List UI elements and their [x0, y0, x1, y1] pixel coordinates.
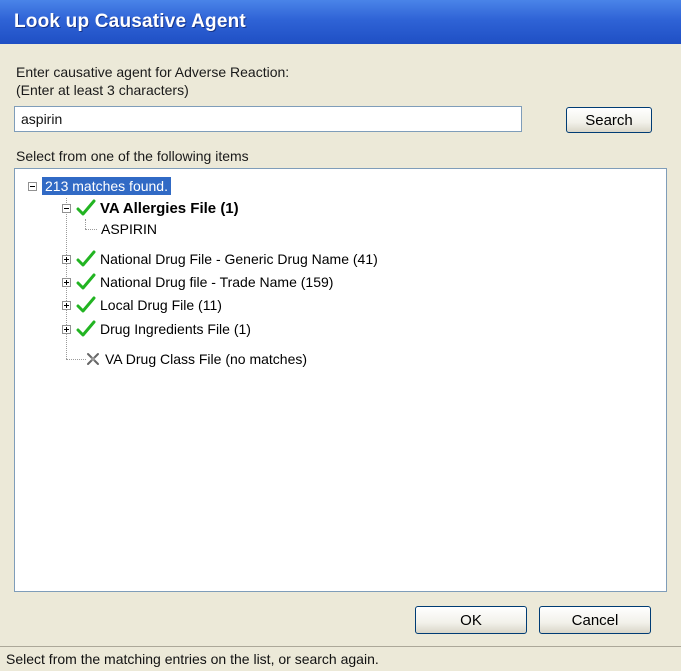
search-button[interactable]: Search [566, 107, 652, 133]
tree-item-va-drug-class[interactable]: VA Drug Class File (no matches) [85, 349, 307, 369]
tree-item-label: VA Drug Class File (no matches) [105, 351, 308, 367]
status-text: Select from the matching entries on the … [6, 651, 379, 667]
expand-icon[interactable] [62, 300, 71, 310]
checkmark-icon [76, 320, 96, 337]
tree-item-local-drug[interactable]: Local Drug File (11) [62, 295, 222, 315]
status-bar: Select from the matching entries on the … [0, 646, 681, 670]
tree-connector [66, 359, 86, 360]
tree-item-label: National Drug file - Trade Name (159) [100, 274, 334, 290]
checkmark-icon [76, 199, 96, 216]
list-label: Select from one of the following items [16, 148, 249, 164]
tree-item-drug-ingredients[interactable]: Drug Ingredients File (1) [62, 319, 251, 339]
tree-leaf-aspirin[interactable]: ASPIRIN [101, 219, 157, 239]
tree-item-label: VA Allergies File (1) [100, 199, 239, 217]
tree-item-label: National Drug File - Generic Drug Name (… [100, 251, 378, 267]
tree-item-ndf-generic[interactable]: National Drug File - Generic Drug Name (… [62, 249, 378, 269]
tree-item-va-allergies[interactable]: VA Allergies File (1) [62, 198, 239, 218]
tree-root-label[interactable]: 213 matches found. [42, 177, 171, 195]
tree-item-ndf-trade[interactable]: National Drug file - Trade Name (159) [62, 272, 333, 292]
tree-item-label: Local Drug File (11) [100, 297, 222, 313]
tree-leaf-label: ASPIRIN [101, 221, 158, 237]
prompt-label: Enter causative agent for Adverse Reacti… [16, 64, 290, 80]
tree-item-label: Drug Ingredients File (1) [100, 321, 251, 337]
checkmark-icon [76, 273, 96, 290]
expand-icon[interactable] [62, 324, 71, 334]
checkmark-icon [76, 296, 96, 313]
ok-button[interactable]: OK [415, 606, 527, 634]
expand-icon[interactable] [62, 277, 71, 287]
cancel-button[interactable]: Cancel [539, 606, 651, 634]
checkmark-icon [76, 250, 96, 267]
window-title: Look up Causative Agent [14, 11, 246, 32]
collapse-icon[interactable] [62, 203, 71, 213]
collapse-icon[interactable] [28, 181, 37, 191]
tree-connector [85, 229, 97, 230]
title-bar[interactable]: Look up Causative Agent [0, 0, 681, 44]
results-tree[interactable]: 213 matches found. VA Allergies File (1)… [14, 168, 667, 592]
expand-icon[interactable] [62, 254, 71, 264]
tree-connector [85, 219, 86, 229]
no-match-icon [87, 353, 99, 365]
tree-root[interactable]: 213 matches found. [28, 176, 171, 196]
prompt-hint: (Enter at least 3 characters) [16, 82, 189, 98]
search-input[interactable] [14, 106, 522, 132]
